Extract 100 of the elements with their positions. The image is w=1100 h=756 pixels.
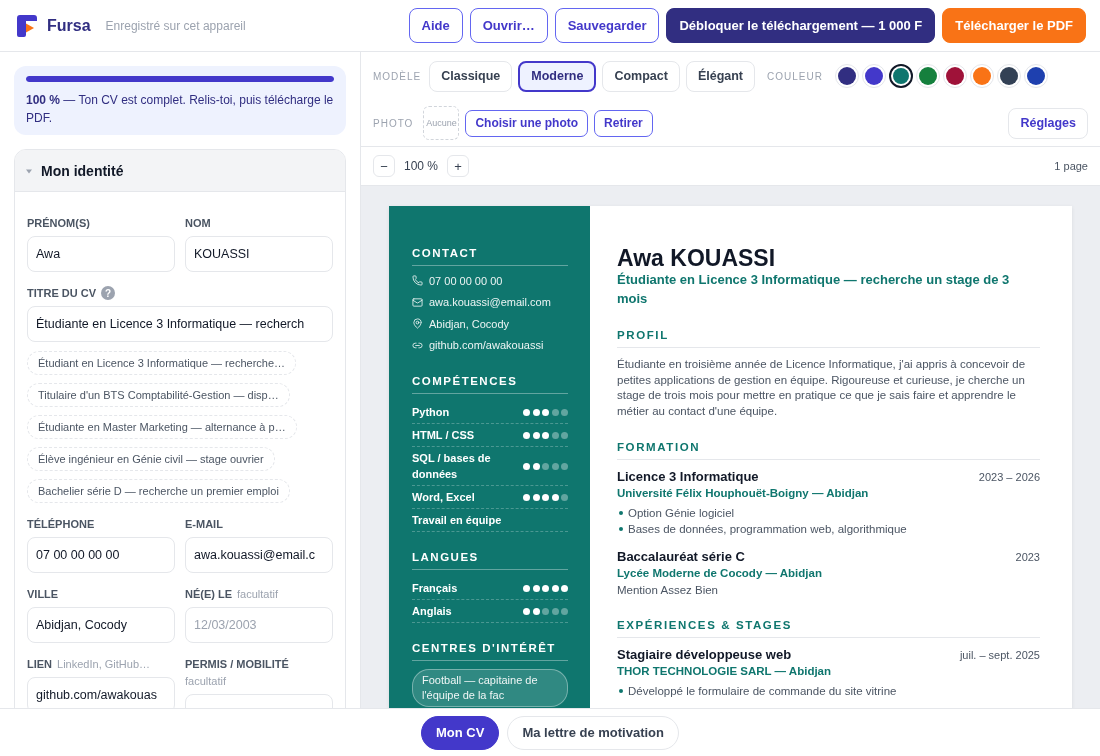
- contact-text: github.com/awakouassi: [429, 339, 544, 352]
- zoom-out-button[interactable]: −: [373, 155, 395, 177]
- bullet-icon: [619, 688, 623, 693]
- dot-icon: [532, 493, 540, 501]
- skill-name: SQL / bases de données: [412, 451, 492, 482]
- language-name: Français: [412, 581, 458, 596]
- caret-icon: [26, 167, 32, 174]
- language-name: Anglais: [412, 604, 452, 619]
- phone-icon: [412, 275, 423, 287]
- entry-title: Baccalauréat série C: [617, 547, 745, 565]
- brand-name: Fursa: [47, 16, 91, 35]
- contact-text: awa.kouassi@email.com: [429, 296, 551, 309]
- suggestion-chip[interactable]: Titulaire d'un BTS Comptabilité-Gestion — disp…: [27, 383, 290, 407]
- dot-icon: [561, 493, 568, 501]
- dot-icon: [542, 462, 549, 470]
- sidebar-heading: CONTACT: [412, 246, 478, 260]
- input-field[interactable]: 12/03/2003: [185, 607, 333, 643]
- entry-dates: juil. – sept. 2025: [959, 648, 1040, 661]
- template-tab[interactable]: Compact: [602, 60, 680, 92]
- cv-name: Awa KOUASSI: [617, 244, 776, 272]
- contact-text: 07 00 00 00 00: [429, 274, 503, 287]
- header-button[interactable]: Ouvrir…: [469, 8, 548, 43]
- entry-title: Stagiaire développeuse web: [617, 645, 792, 663]
- color-swatch[interactable]: [888, 64, 913, 88]
- field-label: PRÉNOM(S): [27, 216, 90, 230]
- dot-icon: [523, 493, 530, 501]
- interest-chip: Football — capitaine de l'équipe de la fac: [412, 669, 568, 707]
- bullet-icon: [619, 510, 623, 515]
- dot-icon: [532, 408, 540, 416]
- field-hint: facultatif: [237, 587, 279, 601]
- suggestion-chip[interactable]: Bachelier série D — recherche un premier emploi: [27, 479, 290, 503]
- dot-icon: [523, 408, 530, 416]
- field-label: VILLE: [27, 587, 59, 601]
- photo-button[interactable]: Retirer: [594, 109, 653, 137]
- bullet-text: Option Génie logiciel: [628, 505, 735, 521]
- zoom-in-button[interactable]: +: [447, 155, 470, 177]
- dot-icon: [551, 493, 559, 501]
- entry-org: Université Félix Houphouët-Boigny — Abidjan: [617, 485, 869, 501]
- dot-icon: [542, 431, 549, 439]
- zoom-level: 100 %: [403, 159, 440, 173]
- field-label: NOM: [185, 216, 211, 230]
- suggestion-chip[interactable]: Étudiante en Master Marketing — alternance à p…: [27, 415, 297, 439]
- input-field[interactable]: 07 00 00 00 00: [27, 537, 175, 573]
- cv-section-heading: PROFIL: [617, 328, 669, 342]
- cv-section-heading: FORMATION: [617, 439, 701, 454]
- entry-title: Licence 3 Informatique: [617, 467, 759, 485]
- field-label: PERMIS / MOBILITÉ: [185, 657, 289, 671]
- cv-headline: Étudiante en Licence 3 Informatique — recherche un stage de 3 mois: [617, 271, 1011, 308]
- tab[interactable]: Ma lettre de motivation: [507, 715, 679, 750]
- template-tab[interactable]: Élégant: [685, 60, 756, 92]
- dot-icon: [523, 431, 530, 439]
- dot-icon: [542, 493, 549, 501]
- unlock-button[interactable]: Débloquer le téléchargement — 1 000 F: [666, 8, 936, 43]
- dot-icon: [532, 584, 540, 592]
- header-button[interactable]: Aide: [408, 8, 463, 43]
- dot-icon: [542, 584, 549, 592]
- dot-icon: [551, 431, 559, 439]
- entry-dates: 2023: [1015, 550, 1040, 563]
- field-label: LIEN: [27, 657, 53, 671]
- suggestion-chip[interactable]: Élève ingénieur en Génie civil — stage ouvrier: [27, 447, 275, 471]
- entry-org: THOR TECHNOLOGIE SARL — Abidjan: [617, 663, 832, 679]
- sidebar-heading: COMPÉTENCES: [412, 374, 518, 388]
- skill-name: Travail en équipe: [412, 513, 502, 528]
- skill-name: HTML / CSS: [412, 428, 475, 443]
- progress-message: 100 % — Ton CV est complet. Relis-toi, puis télécharge le PDF.: [26, 92, 334, 127]
- dot-icon: [551, 408, 559, 416]
- bullet-icon: [619, 526, 623, 531]
- map-pin-icon: [412, 318, 423, 330]
- toolbar-label: COULEUR: [767, 70, 823, 82]
- dot-icon: [532, 431, 540, 439]
- field-label: NÉ(E) LE: [185, 587, 233, 601]
- skill-name: Word, Excel: [412, 490, 475, 505]
- profile-text: Étudiante en troisième année de Licence Informatique, j'ai appris à concevoir de petites applications de gestion en équipe. Rigoureuse et curieuse, je cherche un stage de trois mois pour mettre en pratique ce que je sais faire et apprendre le métier au contact d'une équipe.: [617, 357, 1027, 420]
- tab[interactable]: Mon CV: [421, 715, 500, 750]
- dot-icon: [523, 607, 530, 615]
- dot-icon: [561, 607, 568, 615]
- dot-icon: [551, 462, 559, 470]
- dot-icon: [542, 408, 549, 416]
- dot-icon: [523, 584, 530, 592]
- dot-icon: [532, 462, 540, 470]
- section-toggle[interactable]: Mon identité: [15, 150, 345, 192]
- input-field[interactable]: github.com/awakouas: [27, 677, 175, 708]
- input-field[interactable]: Awa: [27, 236, 175, 272]
- input-field[interactable]: Étudiante en Licence 3 Informatique — recherch: [27, 306, 333, 342]
- template-tab[interactable]: Moderne: [518, 60, 597, 92]
- input-field[interactable]: KOUASSI: [185, 236, 333, 272]
- field-label: TITRE DU CV: [27, 286, 97, 300]
- suggestion-chip[interactable]: Étudiant en Licence 3 Informatique — recherche…: [27, 351, 297, 375]
- header-button[interactable]: Sauvegarder: [554, 8, 660, 43]
- photo-button[interactable]: Choisir une photo: [465, 109, 589, 137]
- skill-name: Python: [412, 405, 450, 420]
- template-tab[interactable]: Classique: [429, 60, 513, 92]
- settings-button[interactable]: Réglages: [1008, 107, 1088, 139]
- bullet-text: Bases de données, programmation web, algorithmique: [628, 521, 907, 537]
- dot-icon: [542, 607, 549, 615]
- dot-icon: [523, 462, 530, 470]
- input-field[interactable]: awa.kouassi@email.c: [185, 537, 333, 573]
- field-label: E-MAIL: [185, 517, 223, 531]
- input-field[interactable]: Abidjan, Cocody: [27, 607, 175, 643]
- contact-text: Abidjan, Cocody: [429, 317, 510, 330]
